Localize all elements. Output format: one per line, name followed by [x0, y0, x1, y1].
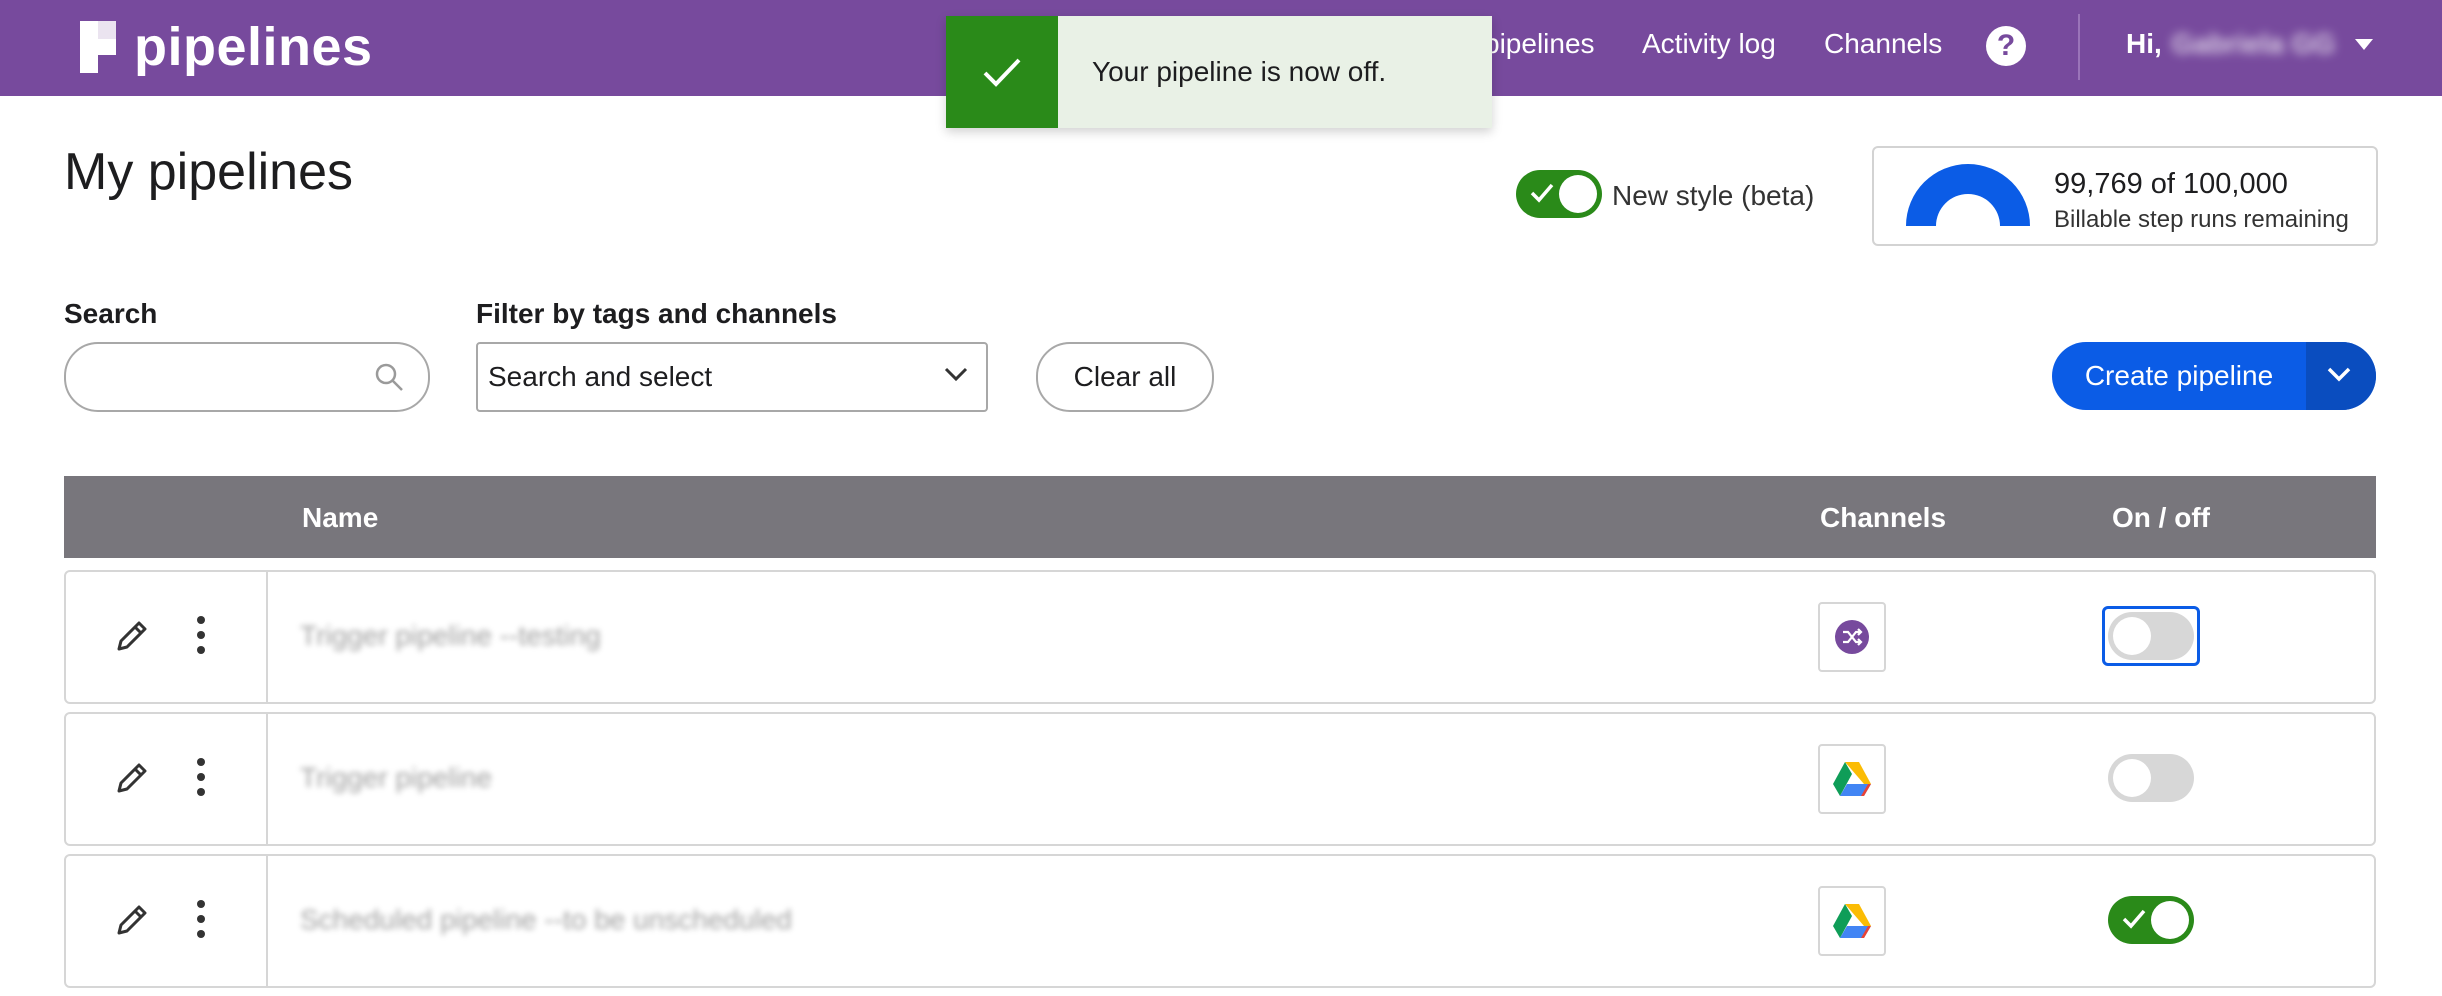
- search-input[interactable]: [86, 356, 360, 398]
- help-icon[interactable]: ?: [1986, 26, 2026, 66]
- nav-link-activity-log[interactable]: Activity log: [1642, 28, 1776, 60]
- table-row[interactable]: Trigger pipeline: [64, 712, 2376, 846]
- create-pipeline-dropdown[interactable]: [2306, 342, 2376, 410]
- column-header-name: Name: [302, 502, 379, 533]
- google-drive-icon: [1833, 762, 1871, 796]
- more-options-icon[interactable]: [194, 900, 208, 942]
- more-options-icon[interactable]: [194, 758, 208, 800]
- pipeline-name[interactable]: Trigger pipeline: [300, 762, 492, 794]
- pipeline-toggle[interactable]: [2108, 612, 2194, 660]
- toast-notification: Your pipeline is now off.: [946, 16, 1492, 128]
- table-header: Name Channels On / off: [64, 476, 2376, 558]
- channel-badge: [1818, 602, 1886, 672]
- logo[interactable]: pipelines: [80, 16, 373, 78]
- pipeline-toggle[interactable]: [2108, 754, 2194, 802]
- search-icon[interactable]: [374, 362, 404, 392]
- toast-message: Your pipeline is now off.: [1092, 56, 1387, 87]
- usage-gauge-icon: [1906, 164, 2030, 226]
- search-box[interactable]: [64, 342, 430, 412]
- new-style-label: New style (beta): [1612, 180, 1815, 211]
- chevron-down-icon: [944, 367, 968, 382]
- checkmark-icon: [946, 16, 1058, 128]
- column-header-onoff: On / off: [2112, 502, 2210, 533]
- user-menu[interactable]: Hi, Gabriela GG: [2126, 28, 2374, 60]
- user-greeting: Hi,: [2126, 28, 2162, 59]
- nav-link-pipelines[interactable]: pipelines: [1484, 28, 1595, 60]
- tags-filter-value: Search and select: [488, 361, 713, 392]
- table-row[interactable]: Scheduled pipeline --to be unscheduled: [64, 854, 2376, 988]
- chevron-down-icon: [2327, 367, 2351, 382]
- logo-text: pipelines: [134, 17, 373, 77]
- check-icon: [2122, 909, 2146, 929]
- more-options-icon[interactable]: [194, 616, 208, 658]
- nav-divider: [2078, 14, 2080, 80]
- new-style-toggle[interactable]: [1516, 170, 1602, 218]
- clear-all-button[interactable]: Clear all: [1036, 342, 1214, 412]
- search-label: Search: [64, 298, 158, 329]
- pencil-icon[interactable]: [114, 902, 150, 938]
- pencil-icon[interactable]: [114, 618, 150, 654]
- create-pipeline-button-group: Create pipeline: [2052, 342, 2376, 410]
- channel-badge: [1818, 744, 1886, 814]
- column-header-channels: Channels: [1820, 502, 1947, 533]
- usage-card: 99,769 of 100,000 Billable step runs rem…: [1872, 146, 2378, 246]
- pencil-icon[interactable]: [114, 760, 150, 796]
- logo-icon: [80, 21, 120, 73]
- pipeline-name[interactable]: Trigger pipeline --testing: [300, 620, 601, 652]
- channel-badge: [1818, 886, 1886, 956]
- pipeline-name[interactable]: Scheduled pipeline --to be unscheduled: [300, 904, 792, 936]
- pipeline-toggle[interactable]: [2108, 896, 2194, 944]
- usage-count: 99,769 of 100,000: [2054, 168, 2288, 200]
- usage-label: Billable step runs remaining: [2054, 206, 2349, 233]
- shuffle-icon: [1835, 620, 1869, 654]
- page-title: My pipelines: [64, 143, 354, 201]
- google-drive-icon: [1833, 904, 1871, 938]
- create-pipeline-button[interactable]: Create pipeline: [2052, 342, 2306, 410]
- tags-filter-select[interactable]: Search and select: [476, 342, 988, 412]
- table-row[interactable]: Trigger pipeline --testing: [64, 570, 2376, 704]
- check-icon: [1530, 183, 1554, 203]
- tags-filter-label: Filter by tags and channels: [476, 298, 837, 329]
- nav-link-channels[interactable]: Channels: [1824, 28, 1942, 60]
- chevron-down-icon: [2355, 38, 2374, 50]
- user-name: Gabriela GG: [2171, 28, 2336, 59]
